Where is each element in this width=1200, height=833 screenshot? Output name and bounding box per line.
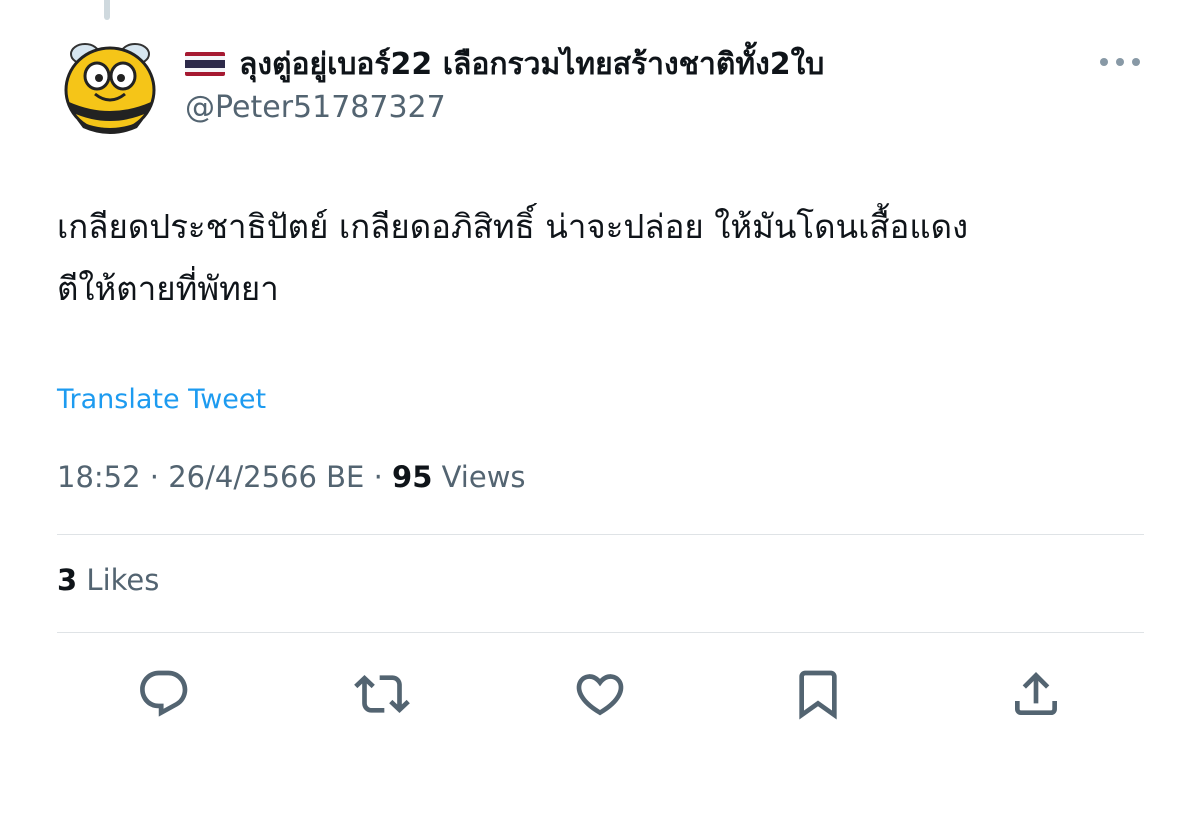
divider [57,534,1144,535]
retweet-button[interactable] [352,664,412,724]
likes-count: 3 [57,563,78,597]
like-button[interactable] [570,664,630,724]
reply-button[interactable] [134,664,194,724]
tweet-author: ลุงตู่อยู่เบอร์22 เลือกรวมไทยสร้างชาติทั… [185,38,824,125]
views-label: Views [441,460,526,494]
tweet-meta: 18:52 · 26/4/2566 BE · 95 Views [57,460,526,494]
thread-connector-line [104,0,110,20]
user-handle[interactable]: @Peter51787327 [185,90,824,125]
divider [57,632,1144,633]
meta-separator: · [373,460,383,494]
bookmark-button[interactable] [788,664,848,724]
meta-separator: · [149,460,160,494]
retweet-icon [354,675,410,713]
share-icon [1015,672,1057,715]
thailand-flag-icon [185,52,225,76]
likes-label: Likes [86,563,160,597]
views-count: 95 [392,460,433,494]
heart-icon [576,674,624,716]
share-button[interactable] [1006,664,1066,724]
tweet-time[interactable]: 18:52 [57,460,141,494]
avatar[interactable] [57,32,163,138]
reply-icon [140,670,188,717]
display-name-row[interactable]: ลุงตู่อยู่เบอร์22 เลือกรวมไทยสร้างชาติทั… [185,38,824,90]
bee-avatar-icon [57,32,163,138]
more-options-icon[interactable] [1098,52,1142,72]
display-name: ลุงตู่อยู่เบอร์22 เลือกรวมไทยสร้างชาติทั… [239,46,825,82]
translate-tweet-link[interactable]: Translate Tweet [57,384,266,415]
bookmark-icon [799,670,837,720]
tweet-text: เกลียดประชาธิปัตย์ เกลียดอภิสิทธิ์ น่าจะ… [57,207,969,308]
tweet-date[interactable]: 26/4/2566 BE [168,460,364,494]
likes-stat[interactable]: 3 Likes [57,563,159,597]
